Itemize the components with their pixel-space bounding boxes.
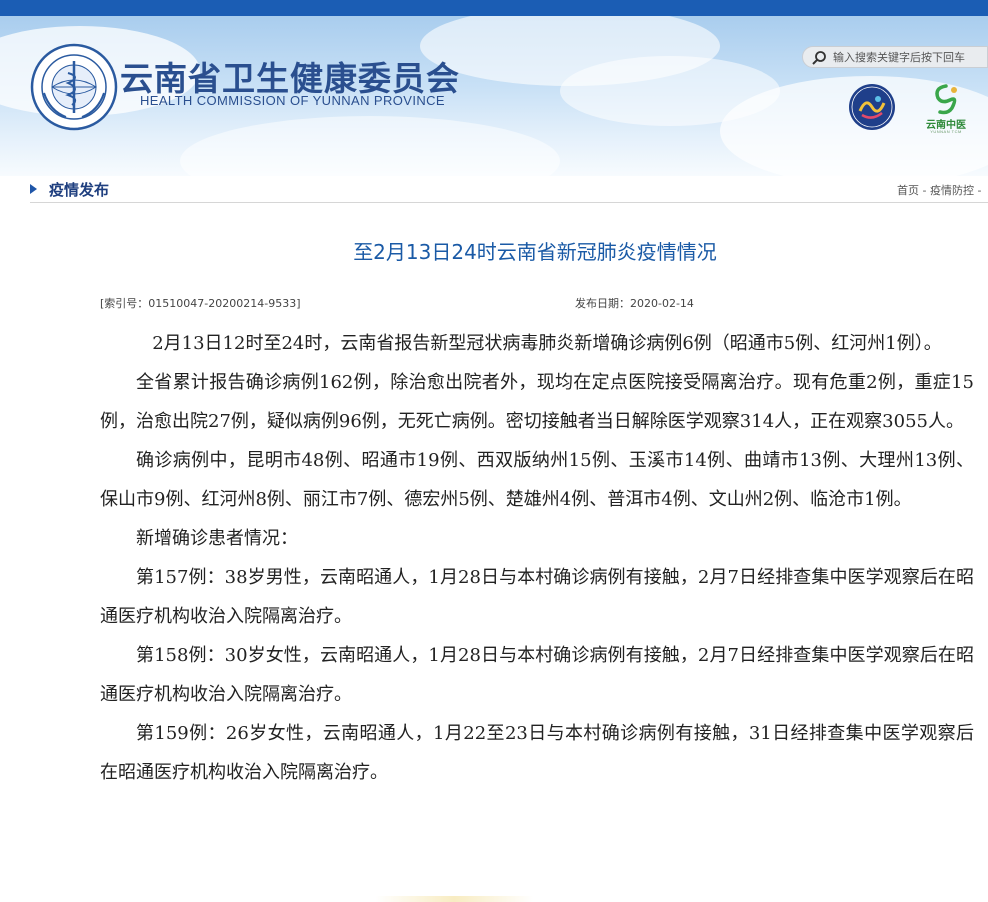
article-paragraph: 确诊病例中，昆明市48例、昭通市19例、西双版纳州15例、玉溪市14例、曲靖市1… bbox=[100, 450, 974, 510]
nav-item-7[interactable] bbox=[706, 0, 766, 7]
breadcrumb-home[interactable]: 首页 bbox=[897, 184, 919, 197]
breadcrumb-epidemic[interactable]: 疫情防控 - bbox=[930, 184, 981, 197]
search-box[interactable] bbox=[802, 46, 988, 68]
article-paragraph: 全省累计报告确诊病例162例，除治愈出院者外，现均在定点医院接受隔离治疗。现有危… bbox=[100, 372, 974, 432]
section-title[interactable]: 疫情发布 bbox=[49, 179, 109, 200]
section-arrow-icon bbox=[30, 184, 37, 194]
search-icon[interactable] bbox=[811, 50, 827, 66]
nav-item-5[interactable] bbox=[490, 0, 550, 7]
health-commission-emblem-icon[interactable] bbox=[30, 43, 118, 131]
article-paragraph: 第157例：38岁男性，云南昭通人，1月28日与本村确诊病例有接触，2月7日经排… bbox=[100, 567, 974, 627]
nav-item-8[interactable] bbox=[812, 0, 872, 7]
article-paragraph: 第159例：26岁女性，云南昭通人，1月22至23日与本村确诊病例有接触，31日… bbox=[100, 723, 974, 783]
site-subtitle: HEALTH COMMISSION OF YUNNAN PROVINCE bbox=[140, 93, 446, 108]
yunnan-badge-icon[interactable] bbox=[848, 83, 896, 131]
article-paragraph: 2月13日12时至24时，云南省报告新型冠状病毒肺炎新增确诊病例6例（昭通市5例… bbox=[152, 333, 942, 354]
header-banner: 云南省卫生健康委员会 HEALTH COMMISSION OF YUNNAN P… bbox=[0, 16, 988, 176]
top-nav-bar bbox=[0, 0, 988, 16]
article-body: 2月13日12时至24时，云南省报告新型冠状病毒肺炎新增确诊病例6例（昭通市5例… bbox=[100, 324, 974, 792]
section-bar: 疫情发布 首页 - 疫情防控 - bbox=[30, 176, 988, 203]
nav-item-9[interactable] bbox=[912, 0, 972, 7]
yunnan-tcm-logo-icon[interactable] bbox=[928, 82, 964, 116]
nav-item-4[interactable] bbox=[380, 0, 440, 7]
nav-item-6[interactable] bbox=[604, 0, 664, 7]
cloud-decoration bbox=[180, 116, 560, 176]
bottom-decoration bbox=[0, 896, 988, 902]
tcm-badge-sublabel: YUNNAN TCM bbox=[930, 129, 962, 134]
search-input[interactable] bbox=[833, 49, 983, 65]
breadcrumb: 首页 - 疫情防控 - bbox=[897, 182, 988, 198]
publish-date: 发布日期：2020-02-14 bbox=[575, 297, 694, 310]
article-title: 至2月13日24时云南省新冠肺炎疫情情况 bbox=[353, 240, 717, 264]
nav-item-3[interactable] bbox=[274, 0, 334, 7]
breadcrumb-separator: - bbox=[919, 184, 930, 197]
index-number: [索引号：01510047-20200214-9533] bbox=[100, 297, 301, 310]
nav-item-1[interactable] bbox=[56, 0, 116, 7]
article-paragraph: 第158例：30岁女性，云南昭通人，1月28日与本村确诊病例有接触，2月7日经排… bbox=[100, 645, 974, 705]
article-paragraph: 新增确诊患者情况： bbox=[136, 528, 298, 549]
nav-item-2[interactable] bbox=[164, 0, 224, 7]
